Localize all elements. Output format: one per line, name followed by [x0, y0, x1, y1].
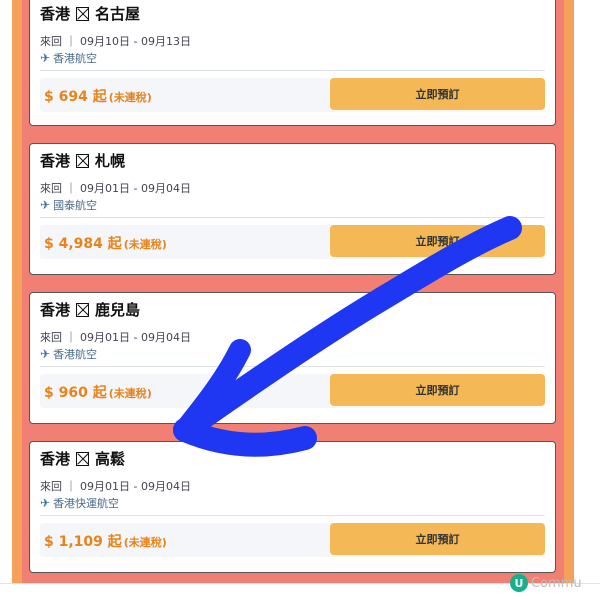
route-title: 香港 札幌	[40, 150, 125, 171]
flight-card[interactable]: 香港 札幌 來回 ｜ 09月01日 - 09月04日 ✈ 國泰航空 $ 4,984 …	[29, 143, 556, 275]
logo-text: Commu	[531, 575, 582, 591]
divider	[40, 217, 545, 218]
origin-city: 香港	[40, 152, 71, 170]
page: 香港 名古屋 來回 ｜ 09月10日 - 09月13日 ✈ 香港航空 $ 694 起…	[0, 0, 600, 600]
airline-name: 香港航空	[53, 52, 98, 65]
price: $ 1,109 起 (未連稅)	[44, 531, 167, 551]
origin-city: 香港	[40, 450, 71, 468]
price-row: $ 694 起 (未連稅) 立即預訂	[40, 78, 545, 112]
boxed-x-icon	[76, 303, 90, 317]
tax-note: (未連稅)	[108, 91, 152, 104]
destination-city: 高鬆	[95, 450, 126, 468]
origin-city: 香港	[40, 301, 71, 319]
trip-dates: 來回 ｜ 09月01日 - 09月04日	[40, 480, 191, 493]
price-row: $ 960 起 (未連稅) 立即預訂	[40, 374, 545, 408]
destination-city: 鹿兒島	[95, 301, 141, 319]
flight-card[interactable]: 香港 名古屋 來回 ｜ 09月10日 - 09月13日 ✈ 香港航空 $ 694 起…	[29, 0, 556, 126]
price: $ 4,984 起 (未連稅)	[44, 233, 167, 253]
site-watermark: U Commu	[510, 574, 582, 592]
price-amount: $ 4,984 起	[44, 236, 122, 252]
airline-row: ✈ 香港航空	[40, 50, 97, 66]
airline-name: 香港航空	[53, 348, 98, 361]
book-now-button[interactable]: 立即預訂	[330, 78, 545, 110]
route-title: 香港 鹿兒島	[40, 299, 140, 320]
price-amount: $ 960 起	[44, 385, 107, 401]
divider	[40, 366, 545, 367]
boxed-x-icon	[76, 7, 90, 21]
divider	[40, 515, 545, 516]
price-amount: $ 1,109 起	[44, 534, 122, 550]
airline-row: ✈ 香港航空	[40, 346, 97, 362]
tax-note: (未連稅)	[123, 238, 167, 251]
price-amount: $ 694 起	[44, 89, 107, 105]
price: $ 960 起 (未連稅)	[44, 382, 152, 402]
price-row: $ 4,984 起 (未連稅) 立即預訂	[40, 225, 545, 259]
plane-icon: ✈	[40, 51, 51, 65]
plane-icon: ✈	[40, 347, 51, 361]
plane-icon: ✈	[40, 496, 51, 510]
trip-dates: 來回 ｜ 09月01日 - 09月04日	[40, 182, 191, 195]
flight-card[interactable]: 香港 高鬆 來回 ｜ 09月01日 - 09月04日 ✈ 香港快運航空 $ 1,10…	[29, 441, 556, 573]
origin-city: 香港	[40, 5, 71, 23]
book-now-button[interactable]: 立即預訂	[330, 225, 545, 257]
boxed-x-icon	[76, 154, 90, 168]
trip-dates: 來回 ｜ 09月01日 - 09月04日	[40, 331, 191, 344]
airline-name: 香港快運航空	[53, 497, 120, 510]
book-now-button[interactable]: 立即預訂	[330, 523, 545, 555]
book-now-button[interactable]: 立即預訂	[330, 374, 545, 406]
flight-card[interactable]: 香港 鹿兒島 來回 ｜ 09月01日 - 09月04日 ✈ 香港航空 $ 960 起…	[29, 292, 556, 424]
route-title: 香港 名古屋	[40, 3, 140, 24]
boxed-x-icon	[76, 452, 90, 466]
tax-note: (未連稅)	[108, 387, 152, 400]
logo-icon: U	[510, 574, 528, 592]
tax-note: (未連稅)	[123, 536, 167, 549]
destination-city: 名古屋	[95, 5, 141, 23]
airline-name: 國泰航空	[53, 199, 98, 212]
price-row: $ 1,109 起 (未連稅) 立即預訂	[40, 523, 545, 557]
destination-city: 札幌	[95, 152, 126, 170]
airline-row: ✈ 國泰航空	[40, 197, 97, 213]
price: $ 694 起 (未連稅)	[44, 86, 152, 106]
trip-dates: 來回 ｜ 09月10日 - 09月13日	[40, 35, 191, 48]
divider	[40, 70, 545, 71]
airline-row: ✈ 香港快運航空	[40, 495, 119, 511]
plane-icon: ✈	[40, 198, 51, 212]
route-title: 香港 高鬆	[40, 448, 125, 469]
